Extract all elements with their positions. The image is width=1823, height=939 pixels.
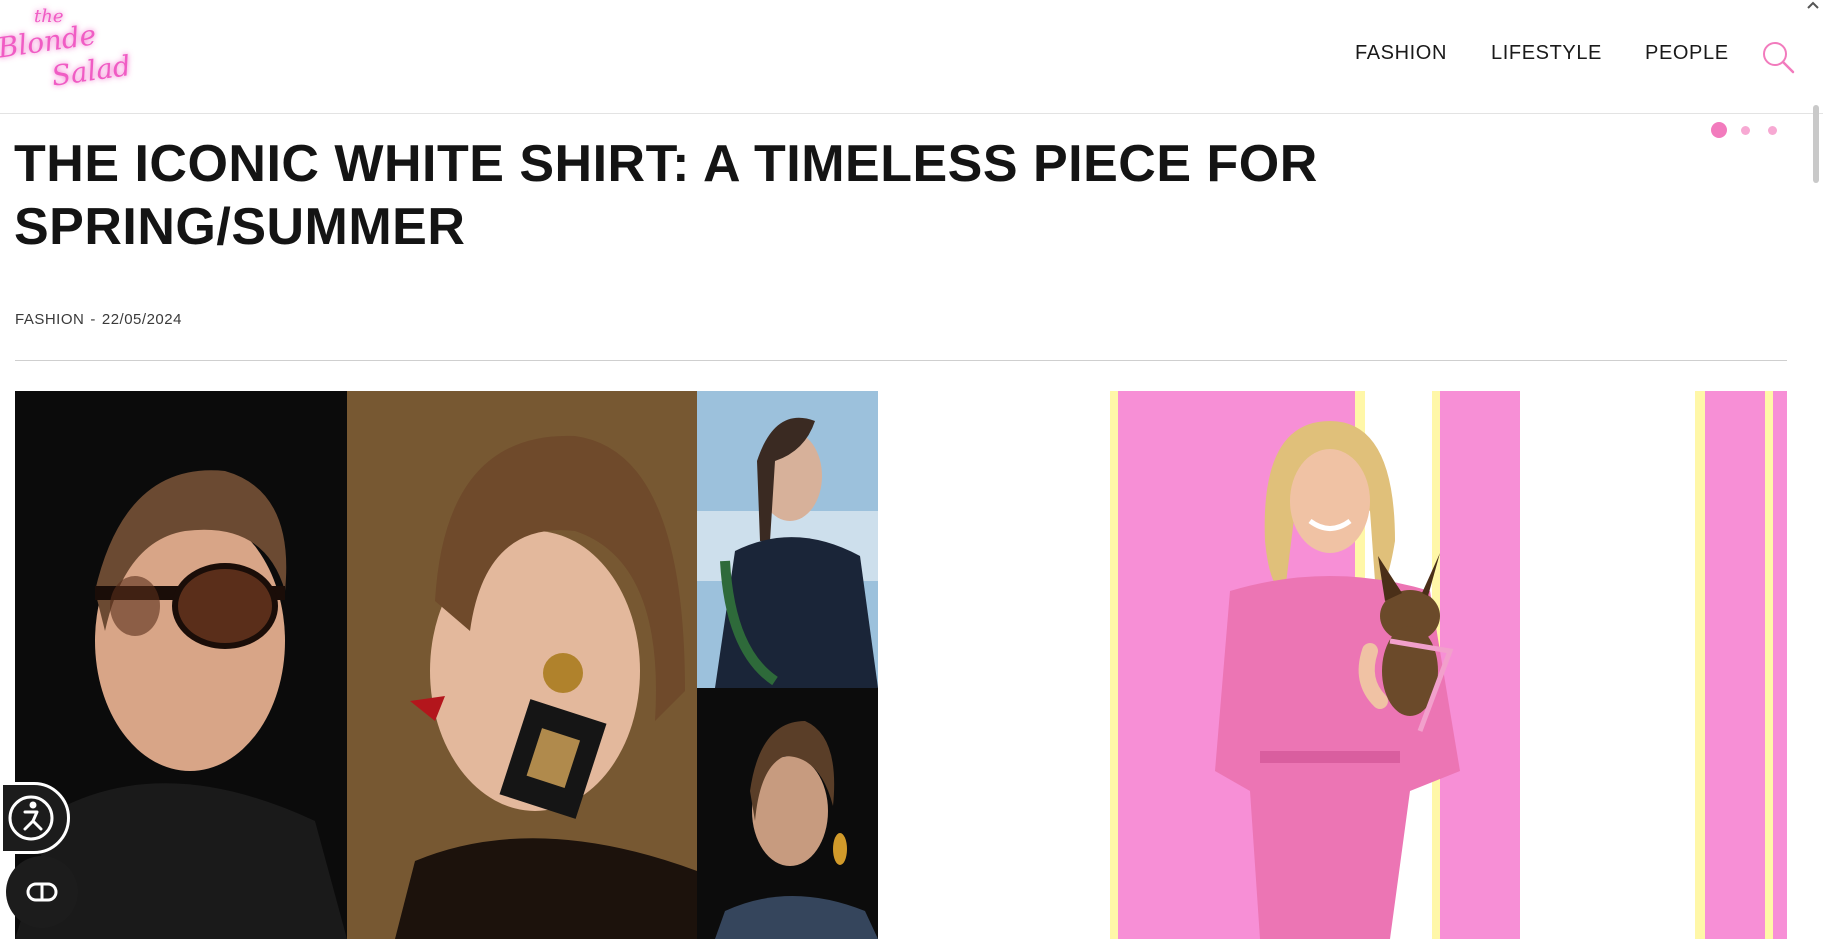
nav-fashion[interactable]: FASHION: [1355, 42, 1447, 65]
article-category[interactable]: FASHION: [15, 311, 84, 328]
cookie-consent-button[interactable]: [6, 856, 78, 928]
featured-pink-suit-image[interactable]: [1110, 391, 1787, 939]
article-title: THE ICONIC WHITE SHIRT: A TIMELESS PIECE…: [14, 135, 1318, 256]
accessibility-icon: [8, 795, 54, 841]
cookie-consent-icon: [26, 882, 58, 902]
meta-separator: -: [90, 311, 96, 328]
scrollbar-thumb[interactable]: [1813, 105, 1819, 183]
article-date: 22/05/2024: [101, 311, 182, 328]
nav-lifestyle[interactable]: LIFESTYLE: [1491, 42, 1602, 65]
logo[interactable]: the Blonde Salad: [0, 0, 169, 100]
runway-collage-image[interactable]: [15, 391, 878, 939]
slider-dot-2[interactable]: [1741, 126, 1750, 135]
article-meta: FASHION -22/05/2024: [15, 311, 182, 328]
slider-dots: [1711, 122, 1781, 138]
slider-dot-3[interactable]: [1768, 126, 1777, 135]
search-icon[interactable]: [1761, 40, 1795, 74]
scroll-up-arrow-icon[interactable]: [1806, 0, 1820, 10]
slider-dot-1[interactable]: [1711, 122, 1727, 138]
top-bar: the Blonde Salad FASHION LIFESTYLE PEOPL…: [0, 0, 1823, 114]
nav-people[interactable]: PEOPLE: [1645, 42, 1729, 65]
accessibility-button[interactable]: [0, 782, 70, 854]
divider: [15, 360, 1787, 361]
